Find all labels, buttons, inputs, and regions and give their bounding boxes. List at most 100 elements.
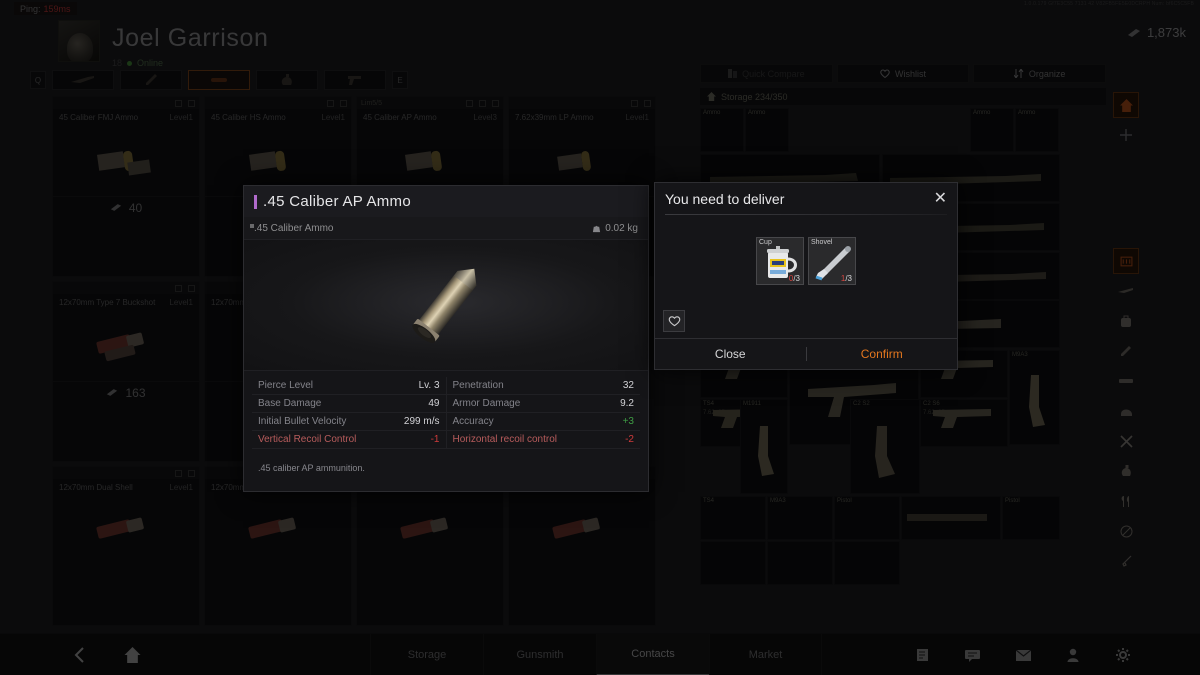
loadout-slot-rifle[interactable]	[52, 70, 114, 90]
key-next[interactable]: E	[392, 71, 408, 89]
home-icon[interactable]	[124, 647, 141, 663]
wishlist-button[interactable]: Wishlist	[836, 64, 970, 83]
deliver-slot-shovel[interactable]: Shovel 1/3	[808, 237, 856, 285]
info-icon[interactable]	[175, 469, 182, 477]
rail-item-backpack[interactable]	[1113, 308, 1139, 334]
ammo-icon	[211, 78, 227, 82]
item-title: .45 Caliber AP Ammo	[263, 193, 411, 210]
ping-indicator: Ping: 159ms	[14, 2, 77, 15]
loadout-slot-grenade[interactable]	[256, 70, 318, 90]
bullet-cartridge-icon	[412, 268, 477, 343]
medical-icon	[1119, 434, 1133, 448]
plus-icon	[1120, 129, 1132, 141]
tab-market[interactable]: Market	[709, 634, 822, 675]
storage-cell-pistol[interactable]: M9A3	[767, 496, 833, 540]
bottom-nav-icons	[916, 634, 1130, 675]
expand-icon[interactable]	[479, 99, 486, 107]
storage-cell-pistol[interactable]: Pistol	[834, 496, 900, 540]
item-title-bar: .45 Caliber AP Ammo	[244, 186, 648, 217]
rail-item-home[interactable]	[1113, 92, 1139, 118]
close-icon[interactable]: ✕	[934, 190, 947, 207]
card-header	[53, 467, 199, 479]
pistol-icon	[758, 426, 774, 476]
storage-cell-pistol[interactable]: TS4	[700, 496, 766, 540]
card-tag: Lim5/5	[361, 99, 383, 107]
ammo-card[interactable]: 12x70mm Type 7 Buckshot Level1 163	[52, 281, 200, 462]
deliver-modal: You need to deliver ✕ Cup 0/3 Shovel 1/3…	[654, 182, 958, 370]
info-icon[interactable]	[175, 99, 182, 107]
ammo-card[interactable]: 12x70mm Dual Shell Level1	[52, 466, 200, 626]
avatar[interactable]	[58, 20, 100, 62]
confirm-button[interactable]: Confirm	[807, 339, 958, 369]
expand-icon[interactable]	[188, 284, 195, 292]
rarity-bar	[254, 194, 257, 209]
storage-cell-pistol[interactable]: M1911	[740, 399, 788, 494]
quick-compare-button[interactable]: Quick Compare	[700, 64, 833, 83]
storage-cell[interactable]: Ammo	[1015, 108, 1059, 152]
rail-item-rifle[interactable]	[1113, 278, 1139, 304]
info-icon[interactable]	[631, 99, 638, 107]
notes-icon[interactable]	[916, 648, 929, 662]
rail-item-food[interactable]	[1113, 488, 1139, 514]
chevron-left-icon[interactable]	[72, 646, 86, 664]
settings-icon[interactable]	[1116, 648, 1130, 662]
storage-cell-pistol[interactable]	[700, 541, 766, 585]
info-icon[interactable]	[175, 284, 182, 292]
storage-cell[interactable]: Ammo	[700, 108, 744, 152]
deliver-slot-cup[interactable]: Cup 0/3	[756, 237, 804, 285]
rail-item-medical[interactable]	[1113, 428, 1139, 454]
card-name-row: 12x70mm Dual Shell Level1	[53, 479, 199, 492]
loadout-slot-pistol[interactable]	[324, 70, 386, 90]
player-name: Joel Garrison	[112, 24, 269, 52]
chat-icon[interactable]	[965, 649, 980, 662]
ammo-box-icon	[1120, 256, 1132, 266]
card-level: Level1	[321, 113, 345, 122]
card-header	[53, 282, 199, 294]
storage-cell[interactable]: Ammo	[970, 108, 1014, 152]
rail-item-grenade[interactable]	[1113, 458, 1139, 484]
friends-icon[interactable]	[1067, 648, 1080, 662]
expand-icon[interactable]	[188, 469, 195, 477]
close-button[interactable]: Close	[655, 339, 806, 369]
key-prev[interactable]: Q	[30, 71, 46, 89]
loadout-slot-ammo[interactable]	[188, 70, 250, 90]
storage-cell-pistol[interactable]	[901, 496, 1001, 540]
mail-icon[interactable]	[1016, 649, 1031, 661]
storage-cell-pistol[interactable]: Pistol	[1002, 496, 1060, 540]
rail-item-helmet[interactable]	[1113, 398, 1139, 424]
heart-icon	[880, 69, 890, 78]
rail-item-ammo[interactable]	[1113, 248, 1139, 274]
rail-item-valuable[interactable]	[1113, 518, 1139, 544]
rail-item-add[interactable]	[1113, 122, 1139, 148]
tab-storage[interactable]: Storage	[370, 634, 483, 675]
info-icon[interactable]	[327, 99, 334, 107]
rail-item-key[interactable]	[1113, 548, 1139, 574]
organize-label: Organize	[1028, 68, 1066, 79]
stat-row: Pierce Level Lv. 3 Penetration 32	[252, 377, 640, 395]
expand-icon[interactable]	[644, 99, 651, 107]
storage-cell-pistol[interactable]	[834, 541, 900, 585]
organize-button[interactable]: Organize	[973, 64, 1107, 83]
heart-icon[interactable]	[492, 99, 499, 107]
card-name-row: 45 Caliber FMJ Ammo Level1	[53, 109, 199, 122]
rail-item-knife[interactable]	[1113, 338, 1139, 364]
expand-icon[interactable]	[188, 99, 195, 107]
slot-count: 0/3	[789, 274, 800, 283]
storage-cell-pistol[interactable]: C2 S2	[850, 399, 920, 494]
info-icon[interactable]	[466, 99, 473, 107]
ammo-card[interactable]: 45 Caliber FMJ Ammo Level1 40	[52, 96, 200, 277]
favorite-button[interactable]	[663, 310, 685, 332]
storage-cell[interactable]: Ammo	[745, 108, 789, 152]
rail-item-magazine[interactable]	[1113, 368, 1139, 394]
storage-cell-pistol[interactable]: M9A3	[1009, 350, 1060, 445]
player-profile[interactable]: Joel Garrison 18 Online	[58, 20, 268, 68]
game-screen: Ping: 159ms 1.0.0.179 Gf7E3C55 7131 42 V…	[0, 0, 1200, 675]
storage-cell-pistol[interactable]	[767, 541, 833, 585]
deliver-item-slots: Cup 0/3 Shovel 1/3	[655, 237, 957, 285]
loadout-slot-knife[interactable]	[120, 70, 182, 90]
tab-contacts[interactable]: Contacts	[596, 634, 709, 675]
tab-gunsmith[interactable]: Gunsmith	[483, 634, 596, 675]
expand-icon[interactable]	[340, 99, 347, 107]
pistol-icon	[933, 409, 991, 428]
storage-cell-pistol[interactable]: C2 S6 7.62×25	[920, 399, 1008, 447]
